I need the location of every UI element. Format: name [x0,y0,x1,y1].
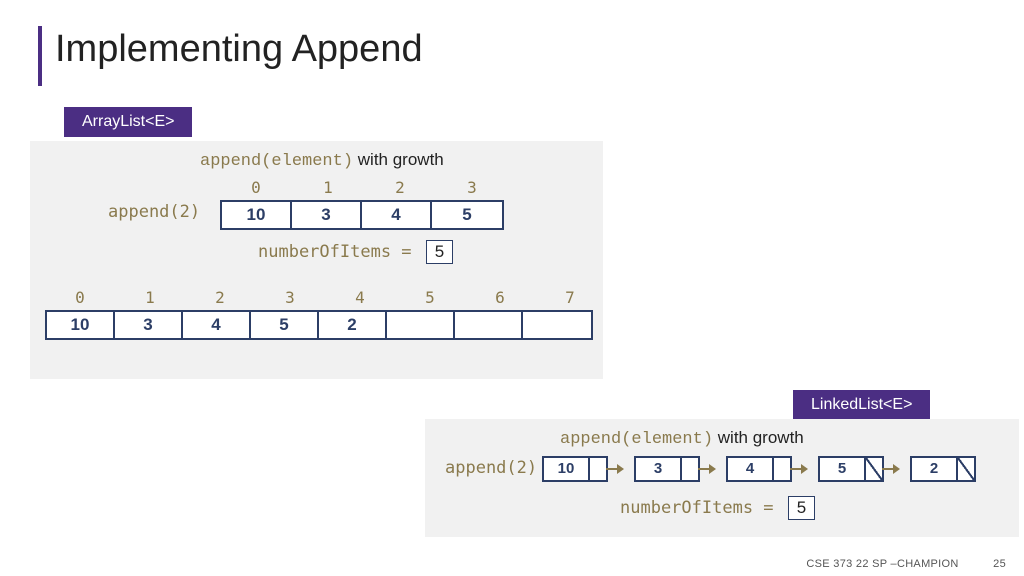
arraylist-big-array: 10 3 4 5 2 [45,310,593,340]
linkedlist-caption-suffix: with growth [718,428,804,447]
idx: 1 [292,178,364,197]
cell: 3 [115,312,183,338]
cell [387,312,455,338]
ll-node: 4 [726,456,792,482]
idx: 2 [364,178,436,197]
idx: 0 [220,178,292,197]
linkedlist-caption: append(element) with growth [560,428,804,449]
cell: 5 [251,312,319,338]
ll-node: 5 [818,456,884,482]
footer-page: 25 [976,558,1006,570]
cell: 10 [222,202,292,228]
cell: 3 [292,202,362,228]
arraylist-caption: append(element) with growth [200,150,444,171]
linkedlist-nodes: 10 3 4 5 2 [542,456,976,482]
idx: 4 [325,288,395,307]
cell: 4 [362,202,432,228]
ll-val: 10 [544,458,588,480]
idx: 7 [535,288,605,307]
footer: CSE 373 22 SP –CHAMPION 25 [806,558,1006,570]
arraylist-numitems: numberOfItems = 5 [258,240,453,264]
ll-ptr-null [956,458,974,480]
arrow-icon [606,468,622,470]
idx: 5 [395,288,465,307]
arraylist-small-indices: 0 1 2 3 [220,178,508,197]
label-linkedlist: LinkedList<E> [793,390,930,420]
ll-val: 2 [912,458,956,480]
ll-ptr [772,458,790,480]
arraylist-caption-code: append(element) [200,152,353,171]
numitems-value: 5 [426,240,453,264]
arrow-icon [790,468,806,470]
cell: 4 [183,312,251,338]
ll-val: 4 [728,458,772,480]
idx: 3 [255,288,325,307]
idx: 2 [185,288,255,307]
cell: 5 [432,202,502,228]
ll-val: 5 [820,458,864,480]
numitems-value: 5 [788,496,815,520]
cell: 10 [47,312,115,338]
page-title: Implementing Append [55,28,423,71]
idx: 0 [45,288,115,307]
ll-ptr-null [864,458,882,480]
linkedlist-caption-code: append(element) [560,430,713,449]
idx: 3 [436,178,508,197]
numitems-label: numberOfItems = [620,498,784,518]
cell [523,312,591,338]
ll-val: 3 [636,458,680,480]
idx: 6 [465,288,535,307]
ll-ptr [588,458,606,480]
arrow-icon [698,468,714,470]
arraylist-big-indices: 0 1 2 3 4 5 6 7 [45,288,605,307]
ll-node: 2 [910,456,976,482]
numitems-label: numberOfItems = [258,242,422,262]
footer-course: CSE 373 22 SP –CHAMPION [806,558,958,570]
idx: 1 [115,288,185,307]
accent-bar [38,26,42,86]
ll-node: 10 [542,456,608,482]
cell [455,312,523,338]
ll-ptr [680,458,698,480]
arraylist-small-array: 10 3 4 5 [220,200,504,230]
arraylist-caption-suffix: with growth [358,150,444,169]
cell: 2 [319,312,387,338]
arrow-icon [882,468,898,470]
ll-node: 3 [634,456,700,482]
linkedlist-call: append(2) [445,458,537,478]
linkedlist-numitems: numberOfItems = 5 [620,496,815,520]
label-arraylist: ArrayList<E> [64,107,192,137]
arraylist-call: append(2) [108,202,200,222]
